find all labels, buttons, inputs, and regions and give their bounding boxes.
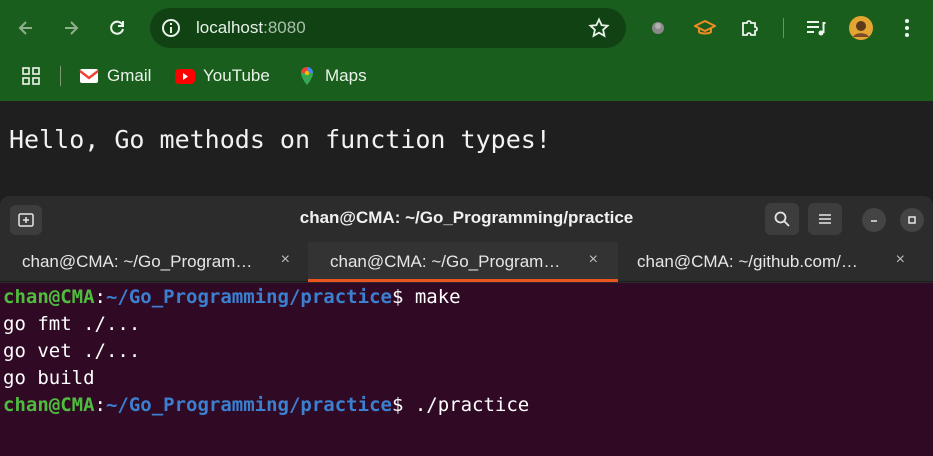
terminal-line: go fmt ./... — [3, 313, 141, 335]
back-icon — [18, 21, 32, 35]
apps-grid-button[interactable] — [21, 64, 41, 88]
prompt-user: chan@CMA — [3, 394, 95, 416]
terminal-line: go vet ./... — [3, 340, 141, 362]
terminal-window: chan@CMA: ~/Go_Programming/practice chan… — [0, 196, 933, 456]
command-text: make — [403, 286, 461, 308]
page-text: Hello, Go methods on function types! — [9, 125, 551, 154]
terminal-output[interactable]: chan@CMA:~/Go_Programming/practice$ make… — [0, 283, 933, 456]
terminal-line: go build — [3, 367, 95, 389]
terminal-line: chan@CMA:~/Go_Programming/practice$ make — [3, 284, 933, 311]
bookmark-gmail[interactable]: Gmail — [79, 64, 151, 88]
bookmark-youtube[interactable]: YouTube — [175, 64, 270, 88]
terminal-tab-bar: chan@CMA: ~/Go_Program… × chan@CMA: ~/Go… — [0, 242, 933, 282]
bookmark-label: YouTube — [203, 66, 270, 85]
youtube-icon — [175, 67, 195, 85]
extension-dot-icon[interactable] — [645, 15, 671, 41]
prompt-dollar: $ — [391, 286, 404, 308]
prompt-colon: : — [94, 286, 106, 308]
profile-avatar[interactable] — [848, 15, 874, 41]
gmail-icon — [79, 67, 99, 85]
prompt-colon: : — [94, 394, 106, 416]
minimize-icon — [871, 220, 877, 222]
bookmarks-bar: Gmail YouTube Maps — [0, 56, 933, 96]
terminal-tab-1[interactable]: chan@CMA: ~/Go_Program… × — [0, 242, 310, 282]
apps-grid-icon — [22, 67, 40, 85]
close-tab-icon[interactable]: × — [281, 251, 290, 269]
bookmark-label: Gmail — [107, 66, 152, 85]
back-button[interactable] — [12, 14, 40, 42]
address-bar[interactable]: localhost:8080 — [150, 8, 626, 48]
hamburger-icon — [819, 214, 831, 224]
terminal-tab-2[interactable]: chan@CMA: ~/Go_Program… × — [308, 242, 618, 282]
command-text: ./practice — [403, 394, 530, 416]
close-tab-icon[interactable]: × — [589, 251, 598, 269]
minimize-button[interactable] — [862, 208, 886, 232]
forward-button[interactable] — [57, 14, 85, 42]
kebab-menu-icon[interactable] — [894, 15, 920, 41]
graduation-cap-icon[interactable] — [692, 15, 718, 41]
search-icon — [774, 211, 790, 227]
url-host: localhost — [196, 18, 264, 37]
terminal-tab-3[interactable]: chan@CMA: ~/github.com/… × — [615, 242, 925, 282]
maximize-button[interactable] — [900, 208, 924, 232]
prompt-path: ~/Go_Programming/practice — [105, 286, 392, 308]
bookmarks-divider — [60, 66, 61, 86]
bookmark-label: Maps — [325, 66, 367, 85]
media-queue-icon[interactable] — [803, 15, 829, 41]
url-port: :8080 — [263, 18, 306, 37]
terminal-line: chan@CMA:~/Go_Programming/practice$ ./pr… — [3, 392, 933, 419]
active-tab-indicator — [308, 279, 618, 282]
puzzle-icon[interactable] — [737, 15, 763, 41]
forward-icon — [65, 21, 79, 35]
browser-chrome: localhost:8080 Gmail YouTube Maps — [0, 0, 933, 101]
browser-toolbar: localhost:8080 — [0, 0, 933, 56]
reload-icon — [110, 20, 124, 35]
web-page-content: Hello, Go methods on function types! — [0, 101, 933, 196]
site-info-icon[interactable] — [160, 17, 182, 39]
url-text[interactable]: localhost:8080 — [196, 18, 306, 38]
bookmark-maps[interactable]: Maps — [297, 64, 367, 88]
search-button[interactable] — [765, 203, 799, 235]
prompt-user: chan@CMA — [3, 286, 95, 308]
hamburger-menu-button[interactable] — [808, 203, 842, 235]
tab-label: chan@CMA: ~/github.com/… — [637, 252, 858, 271]
tab-label: chan@CMA: ~/Go_Program… — [22, 252, 253, 271]
close-tab-icon[interactable]: × — [896, 251, 905, 269]
terminal-header-bar: chan@CMA: ~/Go_Programming/practice — [0, 196, 933, 242]
prompt-dollar: $ — [391, 394, 404, 416]
toolbar-divider — [783, 18, 784, 38]
maps-icon — [297, 67, 317, 85]
prompt-path: ~/Go_Programming/practice — [105, 394, 392, 416]
reload-button[interactable] — [103, 14, 131, 42]
bookmark-star-icon[interactable] — [588, 17, 610, 39]
tab-label: chan@CMA: ~/Go_Program… — [330, 252, 561, 271]
maximize-icon — [908, 216, 916, 224]
